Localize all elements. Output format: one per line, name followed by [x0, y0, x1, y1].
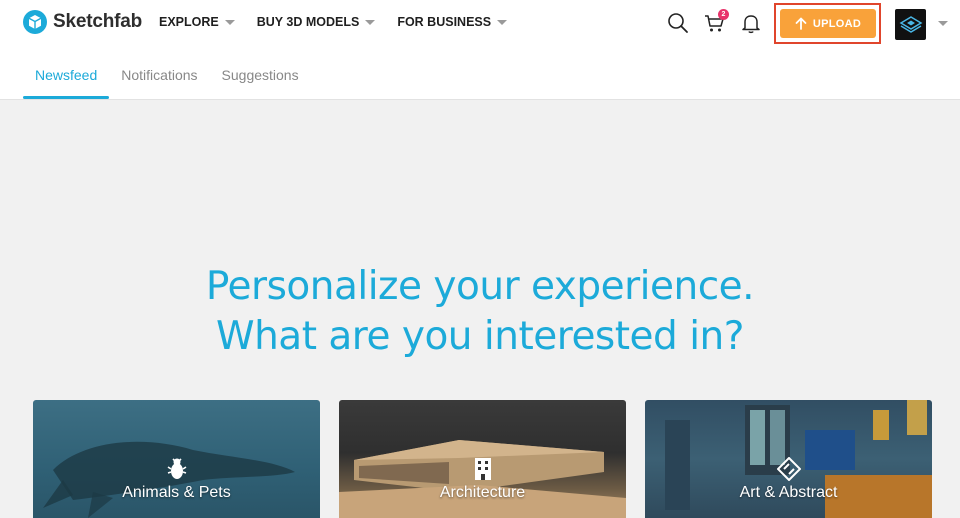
- tab-newsfeed[interactable]: Newsfeed: [23, 56, 110, 100]
- arrow-up-icon: [795, 17, 807, 30]
- bell-icon: [742, 15, 760, 34]
- headline-line-2: What are you interested in?: [216, 314, 744, 359]
- chevron-down-icon: [497, 19, 508, 25]
- brand-name: Sketchfab: [53, 11, 143, 32]
- category-label: Architecture: [439, 484, 526, 501]
- cart-badge: 2: [718, 9, 729, 20]
- tab-suggestions[interactable]: Suggestions: [210, 56, 311, 100]
- headline-line-1: Personalize your experience.: [205, 264, 755, 309]
- category-card-architecture[interactable]: Architecture: [339, 400, 626, 518]
- top-bar: Sketchfab EXPLORE BUY 3D MODELS FOR BUSI…: [0, 0, 960, 100]
- sketchfab-logo[interactable]: Sketchfab: [23, 10, 142, 34]
- category-cards: Animals & Pets Architecture Art & Abstra…: [33, 400, 932, 518]
- abstract-icon: [776, 457, 801, 481]
- nav-explore[interactable]: EXPLORE: [159, 15, 235, 29]
- nav-explore-label: EXPLORE: [159, 15, 219, 29]
- category-card-art-abstract[interactable]: Art & Abstract: [645, 400, 932, 518]
- category-label: Animals & Pets: [122, 484, 231, 501]
- chevron-down-icon: [224, 19, 235, 25]
- page-headline: Personalize your experience. What are yo…: [0, 262, 960, 362]
- category-label: Art & Abstract: [739, 484, 838, 501]
- tab-notifications[interactable]: Notifications: [109, 56, 209, 100]
- nav-business-label: FOR BUSINESS: [397, 15, 492, 29]
- nav-buy-label: BUY 3D MODELS: [256, 15, 360, 29]
- avatar-menu-chevron-icon[interactable]: [938, 21, 948, 26]
- layers-icon: [899, 15, 922, 33]
- search-button[interactable]: [667, 12, 689, 34]
- main-nav: EXPLORE BUY 3D MODELS FOR BUSINESS: [159, 15, 529, 29]
- nav-for-business[interactable]: FOR BUSINESS: [397, 15, 508, 29]
- notifications-button[interactable]: [740, 12, 762, 34]
- feed-tabs: Newsfeed Notifications Suggestions: [23, 56, 311, 100]
- search-icon: [668, 13, 688, 33]
- building-icon: [474, 458, 491, 480]
- nav-buy-3d-models[interactable]: BUY 3D MODELS: [257, 15, 376, 29]
- avatar[interactable]: [895, 9, 926, 40]
- upload-label: UPLOAD: [812, 17, 862, 30]
- cart-button[interactable]: 2: [704, 9, 729, 34]
- bug-icon: [167, 458, 186, 479]
- chevron-down-icon: [365, 19, 376, 25]
- upload-button[interactable]: UPLOAD: [780, 9, 876, 38]
- category-card-animals-pets[interactable]: Animals & Pets: [33, 400, 320, 518]
- sketchfab-logo-icon: [23, 10, 47, 34]
